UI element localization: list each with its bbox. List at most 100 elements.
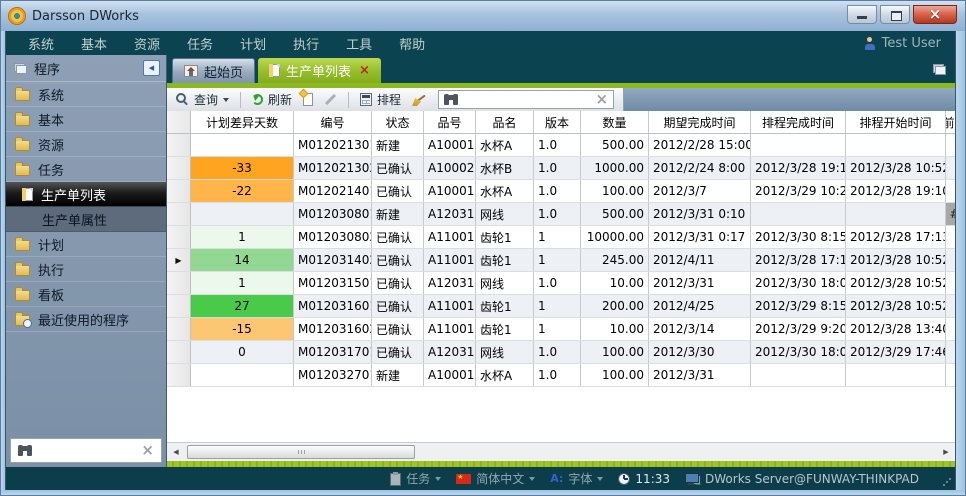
- row-selector[interactable]: [167, 249, 191, 271]
- table-cell[interactable]: [751, 203, 846, 225]
- table-cell-overflow[interactable]: #: [946, 203, 955, 225]
- resize-grip[interactable]: [942, 477, 951, 486]
- maximize-button[interactable]: [880, 5, 910, 24]
- table-cell[interactable]: 新建: [372, 134, 424, 156]
- column-header[interactable]: 数量: [581, 111, 649, 133]
- table-cell[interactable]: [846, 134, 946, 156]
- sidebar-item-3[interactable]: 任务: [6, 157, 166, 182]
- minimize-button[interactable]: [847, 5, 877, 24]
- table-cell[interactable]: A11001: [424, 226, 476, 248]
- table-cell-diff-days[interactable]: -33: [191, 157, 294, 179]
- table-cell[interactable]: 已确认: [372, 180, 424, 202]
- table-cell[interactable]: 2012/4/11: [649, 249, 751, 271]
- table-cell[interactable]: M012030801: [294, 203, 372, 225]
- row-selector[interactable]: [167, 295, 191, 317]
- table-cell[interactable]: 1.0: [534, 203, 581, 225]
- table-cell[interactable]: 2012/2/28 15:00: [649, 134, 751, 156]
- row-selector[interactable]: [167, 341, 191, 363]
- table-cell[interactable]: 2012/3/31 0:17: [649, 226, 751, 248]
- table-cell[interactable]: 水杯B: [476, 157, 534, 179]
- clear-schedule-button[interactable]: [409, 90, 429, 109]
- table-cell[interactable]: 水杯A: [476, 364, 534, 386]
- table-cell-overflow[interactable]: [946, 341, 955, 363]
- table-cell[interactable]: M012032701: [294, 364, 372, 386]
- menu-item-4[interactable]: 计划: [240, 34, 266, 53]
- table-cell[interactable]: 已确认: [372, 249, 424, 271]
- table-cell-overflow[interactable]: [946, 180, 955, 202]
- table-cell[interactable]: 2012/3/28 17:13: [846, 226, 946, 248]
- table-cell[interactable]: 2012/4/25: [649, 295, 751, 317]
- grid-corner-cell[interactable]: [167, 111, 191, 133]
- sidebar-item-7[interactable]: 执行: [6, 257, 166, 282]
- column-header[interactable]: 计划差异天数: [191, 111, 294, 133]
- table-cell-diff-days[interactable]: 0: [191, 341, 294, 363]
- table-cell[interactable]: A11001: [424, 318, 476, 340]
- table-cell[interactable]: A10001: [424, 134, 476, 156]
- table-cell[interactable]: 2012/3/28 10:52: [846, 272, 946, 294]
- table-cell[interactable]: 10000.00: [581, 226, 649, 248]
- row-selector[interactable]: [167, 203, 191, 225]
- row-selector[interactable]: [167, 134, 191, 156]
- table-cell[interactable]: 2012/3/28 19:10: [751, 157, 846, 179]
- table-cell-diff-days[interactable]: [191, 134, 294, 156]
- column-header[interactable]: 排程开始时间: [846, 111, 946, 133]
- row-selector[interactable]: [167, 318, 191, 340]
- table-cell[interactable]: 100.00: [581, 180, 649, 202]
- menu-item-0[interactable]: 系统: [28, 34, 54, 53]
- table-cell[interactable]: 1.0: [534, 134, 581, 156]
- table-cell[interactable]: 500.00: [581, 134, 649, 156]
- sidebar-search-clear-icon[interactable]: ×: [141, 443, 154, 458]
- table-cell[interactable]: 2012/3/29 17:46: [846, 341, 946, 363]
- scroll-left-button[interactable]: ◀: [167, 443, 185, 461]
- menu-item-2[interactable]: 资源: [134, 34, 160, 53]
- sidebar-item-1[interactable]: 基本: [6, 107, 166, 132]
- table-cell-diff-days[interactable]: -22: [191, 180, 294, 202]
- table-cell[interactable]: [751, 134, 846, 156]
- table-cell[interactable]: M012031601: [294, 295, 372, 317]
- table-cell[interactable]: 1.0: [534, 364, 581, 386]
- table-cell[interactable]: 100.00: [581, 341, 649, 363]
- new-button[interactable]: [300, 90, 316, 109]
- table-cell[interactable]: 2012/2/24 8:00: [649, 157, 751, 179]
- sidebar-item-8[interactable]: 看板: [6, 282, 166, 307]
- table-cell-diff-days[interactable]: 27: [191, 295, 294, 317]
- table-cell[interactable]: 水杯A: [476, 180, 534, 202]
- table-cell-diff-days[interactable]: [191, 364, 294, 386]
- table-cell[interactable]: M012031402: [294, 249, 372, 271]
- row-selector[interactable]: [167, 364, 191, 386]
- column-header[interactable]: 编号: [294, 111, 372, 133]
- edit-button[interactable]: [321, 90, 340, 109]
- table-cell[interactable]: 1: [534, 295, 581, 317]
- table-cell[interactable]: 已确认: [372, 157, 424, 179]
- table-cell[interactable]: 网线: [476, 203, 534, 225]
- sidebar-item-6[interactable]: 计划: [6, 232, 166, 257]
- scrollbar-thumb[interactable]: [187, 445, 415, 459]
- table-cell[interactable]: 网线: [476, 341, 534, 363]
- table-cell[interactable]: A12031: [424, 341, 476, 363]
- table-cell[interactable]: [751, 364, 846, 386]
- table-cell[interactable]: [846, 203, 946, 225]
- table-cell[interactable]: 1: [534, 226, 581, 248]
- menu-item-5[interactable]: 执行: [293, 34, 319, 53]
- sidebar-item-5[interactable]: 生产单属性: [6, 207, 166, 232]
- table-cell[interactable]: 2012/3/30 18:00: [751, 272, 846, 294]
- table-cell[interactable]: A12031: [424, 272, 476, 294]
- table-cell[interactable]: 200.00: [581, 295, 649, 317]
- sidebar-collapse-button[interactable]: ◀: [143, 60, 160, 76]
- column-header[interactable]: 排程完成时间: [751, 111, 846, 133]
- table-cell-diff-days[interactable]: [191, 203, 294, 225]
- table-cell-overflow[interactable]: [946, 364, 955, 386]
- table-cell[interactable]: 齿轮1: [476, 249, 534, 271]
- table-cell[interactable]: M012021302: [294, 157, 372, 179]
- menu-item-6[interactable]: 工具: [346, 34, 372, 53]
- column-header[interactable]: 品名: [476, 111, 534, 133]
- table-cell[interactable]: 齿轮1: [476, 295, 534, 317]
- column-header[interactable]: 品号: [424, 111, 476, 133]
- column-header[interactable]: 状态: [372, 111, 424, 133]
- table-cell[interactable]: 齿轮1: [476, 226, 534, 248]
- tab-home[interactable]: 起始页: [172, 58, 255, 83]
- table-cell[interactable]: 2012/3/31: [649, 272, 751, 294]
- table-cell[interactable]: M012031602: [294, 318, 372, 340]
- table-cell[interactable]: 2012/3/7: [649, 180, 751, 202]
- table-cell-overflow[interactable]: [946, 249, 955, 271]
